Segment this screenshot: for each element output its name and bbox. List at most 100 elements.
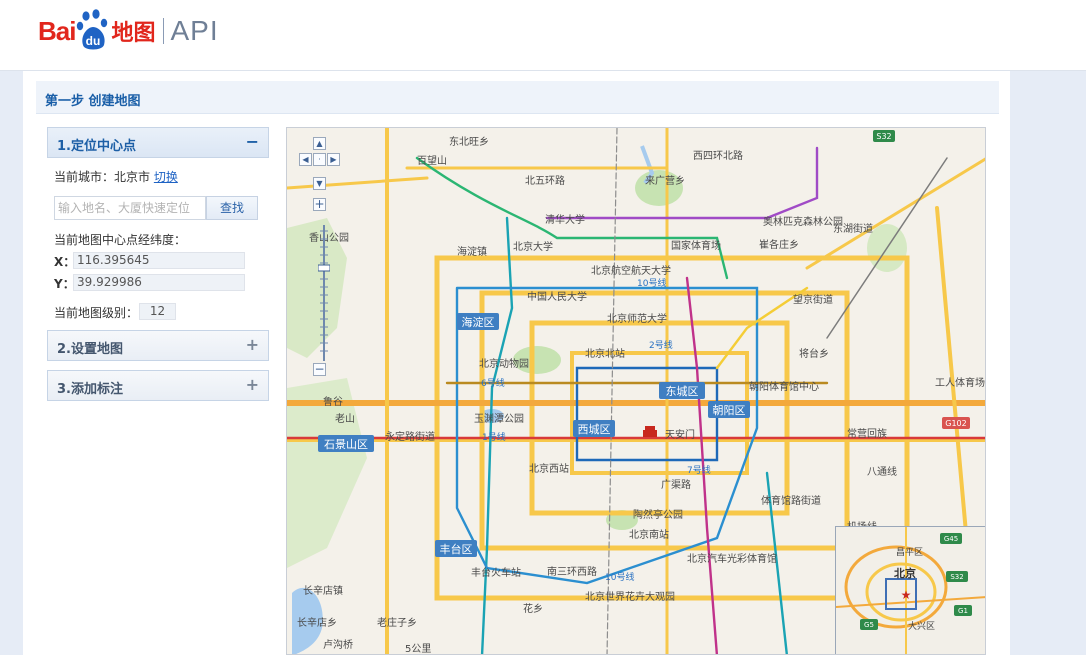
place-label: 西四环北路 [693, 149, 743, 162]
expand-icon[interactable]: + [246, 375, 259, 394]
svg-text:丰台区: 丰台区 [440, 542, 473, 556]
metro-line-label: 1号线 [482, 431, 506, 443]
section-add-marker[interactable]: 3.添加标注 + [47, 370, 269, 401]
switch-city-link[interactable]: 切换 [154, 170, 178, 184]
overview-label: 北京 [894, 566, 916, 580]
shield-label: G45 [944, 535, 958, 543]
place-label: 北京南站 [629, 528, 669, 541]
place-label: 陶然亭公园 [633, 508, 683, 521]
place-label: 北京西站 [529, 462, 569, 475]
overview-star-icon: ★ [901, 588, 912, 602]
zoom-out-icon[interactable]: − [313, 363, 326, 376]
place-label: 中国人民大学 [527, 290, 587, 303]
place-label: 天安门 [665, 428, 695, 441]
shield-label: G5 [864, 621, 874, 629]
svg-text:朝阳区: 朝阳区 [713, 404, 746, 417]
place-label: 花乡 [523, 602, 543, 615]
tiananmen-marker[interactable] [643, 426, 657, 437]
section-label: 1.定位中心点 [57, 139, 136, 154]
step-title-bar: 第一步 创建地图 [36, 81, 999, 114]
baidu-paw-icon: du [76, 9, 110, 53]
place-label: 北京动物园 [479, 357, 529, 370]
svg-text:西城区: 西城区 [578, 423, 611, 436]
metro-line-label: 2号线 [649, 339, 673, 351]
place-label: 北京师范大学 [607, 312, 667, 325]
district-label-xicheng[interactable]: 西城区 [573, 420, 615, 437]
place-label: 永定路街道 [385, 430, 435, 443]
logo-api-text: API [170, 15, 219, 46]
section-label: 2.设置地图 [57, 342, 123, 357]
section-locate-center[interactable]: 1.定位中心点 − [47, 127, 269, 158]
step-title: 第一步 创建地图 [45, 94, 141, 109]
shield-label: S32 [876, 132, 891, 141]
district-label-fengtai[interactable]: 丰台区 [435, 540, 477, 557]
x-value-field[interactable]: 116.395645 [73, 252, 245, 269]
map-canvas[interactable]: 海淀区 东城区 朝阳区 石景山区 西城区 丰台区 东北旺乡 百望山 北五环路 清… [286, 127, 986, 655]
search-input[interactable] [54, 196, 206, 220]
pan-center-icon[interactable]: · [313, 153, 326, 166]
place-label: 丰台火车站 [471, 566, 521, 579]
place-label: 5公里 [405, 643, 431, 655]
y-label: Y： [54, 277, 75, 291]
place-label: 鲁谷 [323, 395, 343, 408]
place-label: 老山 [335, 412, 355, 425]
zoom-level-field[interactable]: 12 [139, 303, 176, 320]
place-label: 清华大学 [545, 213, 585, 226]
metro-line-label: 10号线 [605, 571, 634, 583]
place-label: 崔各庄乡 [759, 238, 799, 251]
pan-left-icon[interactable]: ◀ [299, 153, 312, 166]
zoom-level-label: 当前地图级别： [54, 306, 139, 320]
place-label: 长辛店镇 [303, 584, 343, 597]
current-city-text: 当前城市：北京市 [54, 170, 151, 184]
place-label: 北京世界花卉大观园 [585, 590, 675, 603]
y-value-field[interactable]: 39.929986 [73, 274, 245, 291]
overview-map[interactable]: ★ 昌平区 北京 大兴区 G45 S32 G1 G5 [835, 526, 985, 654]
shield-label: G1 [958, 607, 968, 615]
logo-divider [163, 18, 165, 44]
logo-bai-text: Bai [38, 15, 76, 46]
shield-label: G102 [945, 419, 966, 428]
place-label: 望京街道 [793, 293, 833, 306]
place-label: 国家体育场 [671, 239, 721, 252]
place-label: 来广营乡 [645, 174, 685, 187]
place-label: 广渠路 [661, 478, 691, 491]
expand-icon[interactable]: + [246, 335, 259, 354]
main-content: 第一步 创建地图 1.定位中心点 − 当前城市：北京市 切换 查找 当前地图中心… [23, 71, 1010, 655]
place-label: 北京大学 [513, 240, 553, 253]
metro-line-label: 7号线 [687, 464, 711, 476]
place-label: 北五环路 [525, 174, 565, 187]
zoom-slider[interactable] [317, 225, 331, 361]
top-header: Bai du 地图 API [0, 0, 1086, 71]
place-label: 朝阳体育馆中心 [749, 380, 819, 393]
zoom-in-icon[interactable]: + [313, 198, 326, 211]
place-label: 东北旺乡 [449, 135, 489, 148]
pan-right-icon[interactable]: ▶ [327, 153, 340, 166]
place-label: 玉渊潭公园 [474, 413, 524, 425]
place-label: 南三环西路 [547, 565, 597, 578]
place-label: 老庄子乡 [377, 616, 417, 629]
place-label: 将台乡 [799, 347, 829, 360]
svg-text:石景山区: 石景山区 [324, 438, 368, 451]
place-label: 北京汽车光彩体育馆 [687, 552, 777, 565]
district-label-shijingshan[interactable]: 石景山区 [318, 435, 374, 452]
collapse-icon[interactable]: − [246, 132, 259, 151]
place-label: 工人体育场 [935, 376, 985, 389]
place-label: 百望山 [417, 154, 447, 167]
district-label-chaoyang[interactable]: 朝阳区 [708, 401, 750, 418]
search-button[interactable]: 查找 [206, 196, 258, 220]
svg-text:海淀区: 海淀区 [462, 315, 495, 329]
section-map-settings[interactable]: 2.设置地图 + [47, 330, 269, 361]
overview-label: 大兴区 [908, 620, 935, 632]
pan-down-icon[interactable]: ▼ [313, 177, 326, 190]
place-label: 常营回族 [847, 427, 887, 440]
section-label: 3.添加标注 [57, 382, 123, 397]
pan-up-icon[interactable]: ▲ [313, 137, 326, 150]
logo-map-text: 地图 [111, 21, 156, 46]
place-label: 东湖街道 [833, 222, 873, 235]
district-label-dongcheng[interactable]: 东城区 [659, 382, 705, 399]
district-label-haidian[interactable]: 海淀区 [457, 313, 499, 330]
place-label: 长辛店乡 [297, 616, 337, 629]
overview-label: 昌平区 [896, 547, 923, 558]
shield-label: S32 [950, 573, 963, 581]
baidu-map-api-logo[interactable]: Bai du 地图 API [38, 6, 219, 56]
